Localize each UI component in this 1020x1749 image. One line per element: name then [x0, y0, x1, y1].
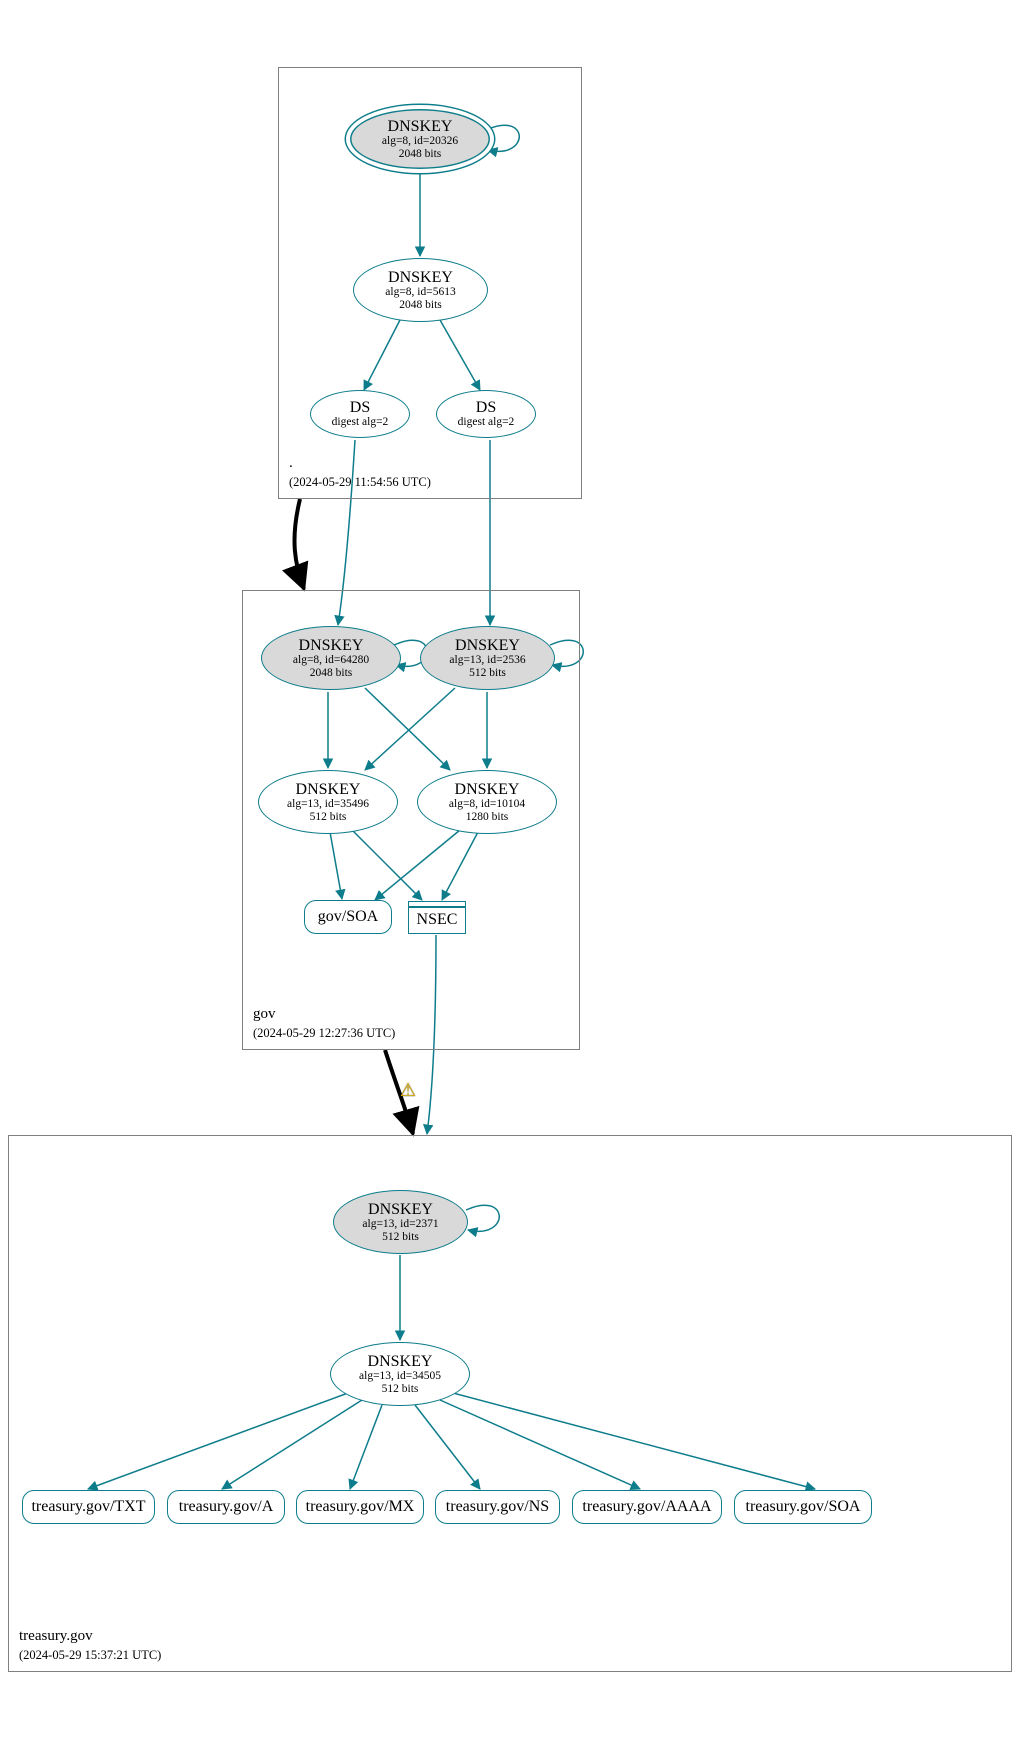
- node-treasury-zsk: DNSKEY alg=13, id=34505 512 bits: [330, 1342, 470, 1406]
- zone-root-timestamp: (2024-05-29 11:54:56 UTC): [289, 474, 431, 490]
- node-root-zsk-sub1: alg=8, id=5613: [385, 286, 455, 299]
- node-root-ksk-title: DNSKEY: [388, 118, 453, 136]
- node-gov-zsk2-sub1: alg=8, id=10104: [449, 798, 525, 811]
- node-ds1-title: DS: [350, 399, 370, 417]
- node-gov-zsk2: DNSKEY alg=8, id=10104 1280 bits: [417, 770, 557, 834]
- node-gov-ksk2: DNSKEY alg=13, id=2536 512 bits: [420, 626, 555, 690]
- node-nsec: NSEC: [408, 901, 466, 934]
- node-gov-zsk1-sub1: alg=13, id=35496: [287, 798, 369, 811]
- node-treasury-zsk-title: DNSKEY: [368, 1353, 433, 1371]
- node-root-ksk-sub2: 2048 bits: [399, 148, 442, 161]
- node-gov-ksk1: DNSKEY alg=8, id=64280 2048 bits: [261, 626, 401, 690]
- node-ds2-title: DS: [476, 399, 496, 417]
- node-root-zsk-title: DNSKEY: [388, 269, 453, 287]
- zone-treasury-name: treasury.gov: [19, 1627, 161, 1647]
- zone-gov-label: gov (2024-05-29 12:27:36 UTC): [253, 1005, 395, 1041]
- node-rr-txt-title: treasury.gov/TXT: [31, 1498, 145, 1516]
- node-ds2-sub1: digest alg=2: [458, 416, 515, 429]
- node-root-ksk: DNSKEY alg=8, id=20326 2048 bits: [346, 105, 494, 173]
- node-rr-a-title: treasury.gov/A: [179, 1498, 274, 1516]
- node-rr-a: treasury.gov/A: [167, 1490, 285, 1524]
- node-treasury-ksk-title: DNSKEY: [368, 1201, 433, 1219]
- node-nsec-title: NSEC: [417, 911, 458, 929]
- node-gov-ksk1-title: DNSKEY: [299, 637, 364, 655]
- dnssec-diagram: . (2024-05-29 11:54:56 UTC) gov (2024-05…: [0, 0, 1020, 1749]
- node-rr-soa: treasury.gov/SOA: [734, 1490, 872, 1524]
- node-rr-ns-title: treasury.gov/NS: [446, 1498, 549, 1516]
- zone-treasury-timestamp: (2024-05-29 15:37:21 UTC): [19, 1647, 161, 1663]
- node-gov-ksk2-sub1: alg=13, id=2536: [449, 654, 525, 667]
- node-treasury-zsk-sub2: 512 bits: [382, 1383, 419, 1396]
- node-treasury-ksk: DNSKEY alg=13, id=2371 512 bits: [333, 1190, 468, 1254]
- zone-treasury: treasury.gov (2024-05-29 15:37:21 UTC): [8, 1135, 1012, 1672]
- node-root-zsk: DNSKEY alg=8, id=5613 2048 bits: [353, 258, 488, 322]
- node-ds2: DS digest alg=2: [436, 390, 536, 438]
- node-gov-ksk1-sub1: alg=8, id=64280: [293, 654, 369, 667]
- node-gov-zsk1: DNSKEY alg=13, id=35496 512 bits: [258, 770, 398, 834]
- node-root-zsk-sub2: 2048 bits: [399, 299, 442, 312]
- node-gov-ksk2-title: DNSKEY: [455, 637, 520, 655]
- zone-gov-timestamp: (2024-05-29 12:27:36 UTC): [253, 1025, 395, 1041]
- node-treasury-ksk-sub1: alg=13, id=2371: [362, 1218, 438, 1231]
- warning-icon: ⚠: [397, 1080, 419, 1100]
- node-rr-txt: treasury.gov/TXT: [22, 1490, 155, 1524]
- node-ds1-sub1: digest alg=2: [332, 416, 389, 429]
- zone-root-name: .: [289, 454, 431, 474]
- zone-treasury-label: treasury.gov (2024-05-29 15:37:21 UTC): [19, 1627, 161, 1663]
- node-gov-zsk1-sub2: 512 bits: [310, 811, 347, 824]
- node-gov-ksk1-sub2: 2048 bits: [310, 667, 353, 680]
- node-rr-mx: treasury.gov/MX: [296, 1490, 424, 1524]
- node-gov-zsk1-title: DNSKEY: [296, 781, 361, 799]
- node-rr-mx-title: treasury.gov/MX: [306, 1498, 415, 1516]
- node-gov-zsk2-sub2: 1280 bits: [466, 811, 509, 824]
- node-treasury-ksk-sub2: 512 bits: [382, 1231, 419, 1244]
- node-treasury-zsk-sub1: alg=13, id=34505: [359, 1370, 441, 1383]
- node-root-ksk-sub1: alg=8, id=20326: [382, 135, 458, 148]
- node-gov-ksk2-sub2: 512 bits: [469, 667, 506, 680]
- node-gov-zsk2-title: DNSKEY: [455, 781, 520, 799]
- node-rr-soa-title: treasury.gov/SOA: [746, 1498, 861, 1516]
- node-rr-ns: treasury.gov/NS: [435, 1490, 560, 1524]
- node-gov-soa: gov/SOA: [304, 900, 392, 934]
- zone-root-label: . (2024-05-29 11:54:56 UTC): [289, 454, 431, 490]
- node-ds1: DS digest alg=2: [310, 390, 410, 438]
- node-rr-aaaa: treasury.gov/AAAA: [572, 1490, 722, 1524]
- zone-gov-name: gov: [253, 1005, 395, 1025]
- node-rr-aaaa-title: treasury.gov/AAAA: [582, 1498, 711, 1516]
- node-gov-soa-title: gov/SOA: [318, 908, 378, 926]
